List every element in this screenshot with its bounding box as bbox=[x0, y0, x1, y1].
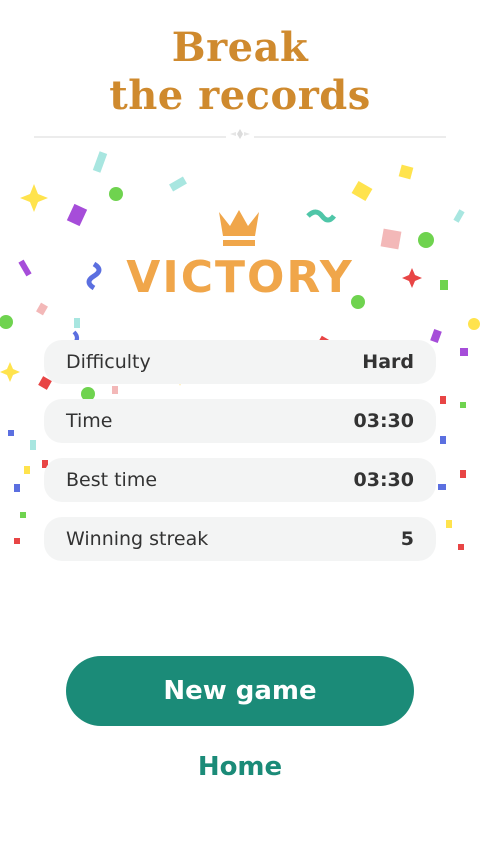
stat-value: 03:30 bbox=[353, 410, 414, 432]
stats-list: Difficulty Hard Time 03:30 Best time 03:… bbox=[44, 340, 436, 576]
headline: Break the records bbox=[0, 24, 480, 120]
stat-row-difficulty: Difficulty Hard bbox=[44, 340, 436, 384]
stat-row-winning-streak: Winning streak 5 bbox=[44, 517, 436, 561]
stat-label: Best time bbox=[66, 469, 158, 491]
stat-value: 03:30 bbox=[353, 469, 414, 491]
stat-value: Hard bbox=[362, 351, 414, 373]
headline-line-2: the records bbox=[109, 72, 371, 119]
victory-title: VICTORY bbox=[126, 252, 354, 303]
stat-label: Difficulty bbox=[66, 351, 151, 373]
headline-line-1: Break bbox=[171, 24, 309, 71]
stat-row-best-time: Best time 03:30 bbox=[44, 458, 436, 502]
new-game-button[interactable]: New game bbox=[66, 656, 414, 726]
stat-label: Winning streak bbox=[66, 528, 209, 550]
stat-label: Time bbox=[66, 410, 113, 432]
stat-row-time: Time 03:30 bbox=[44, 399, 436, 443]
stat-value: 5 bbox=[400, 528, 414, 550]
home-button[interactable]: Home bbox=[140, 744, 340, 790]
crown-icon bbox=[214, 200, 264, 250]
